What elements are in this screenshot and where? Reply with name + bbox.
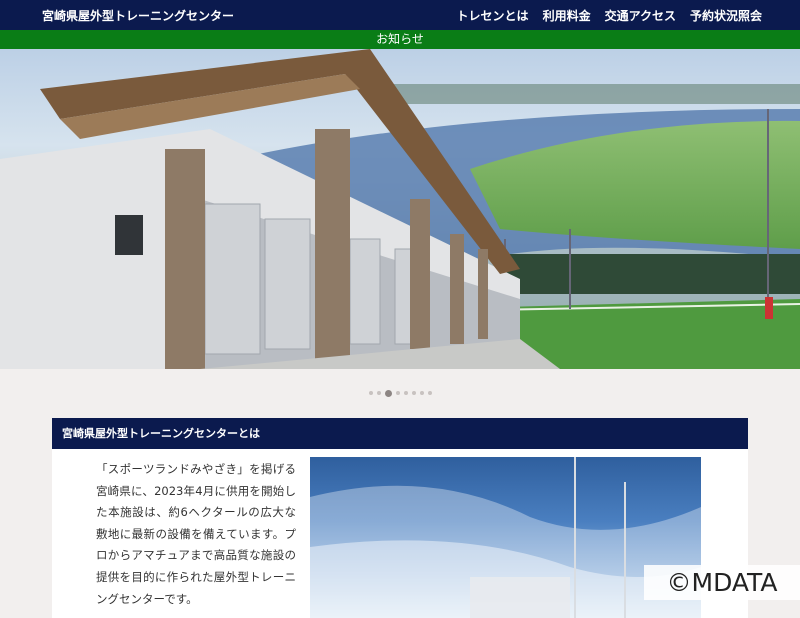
slider-dot[interactable]	[427, 391, 432, 395]
nav-item-reservation[interactable]: 予約状況照会	[690, 7, 762, 24]
slider-dot[interactable]	[368, 391, 373, 395]
nav-item-about[interactable]: トレセンとは	[457, 7, 529, 24]
slider-dot[interactable]	[384, 389, 392, 397]
slider-dot[interactable]	[395, 391, 400, 395]
main-nav: トレセンとは 利用料金 交通アクセス 予約状況照会	[457, 7, 762, 24]
hero-slide-image	[0, 49, 800, 369]
site-title[interactable]: 宮崎県屋外型トレーニングセンター	[42, 7, 234, 24]
nav-item-access[interactable]: 交通アクセス	[605, 7, 676, 24]
about-body-text: 「スポーツランドみやざき」を掲げる宮崎県に、2023年4月に供用を開始した本施設…	[96, 462, 296, 606]
nav-item-fees[interactable]: 利用料金	[543, 7, 591, 24]
about-photo-illustration	[310, 457, 701, 618]
copyright-watermark: ©MDATA	[644, 565, 800, 600]
slider-dot[interactable]	[403, 391, 408, 395]
slider-dot[interactable]	[411, 391, 416, 395]
slider-dot[interactable]	[376, 391, 381, 395]
notice-bar[interactable]: お知らせ	[0, 30, 800, 49]
slider-dot[interactable]	[419, 391, 424, 395]
about-photo	[310, 457, 701, 618]
hero-illustration	[0, 49, 800, 369]
site-header: 宮崎県屋外型トレーニングセンター トレセンとは 利用料金 交通アクセス 予約状況…	[0, 0, 800, 30]
about-heading: 宮崎県屋外型トレーニングセンターとは	[52, 418, 748, 449]
slider-dots	[0, 389, 800, 397]
